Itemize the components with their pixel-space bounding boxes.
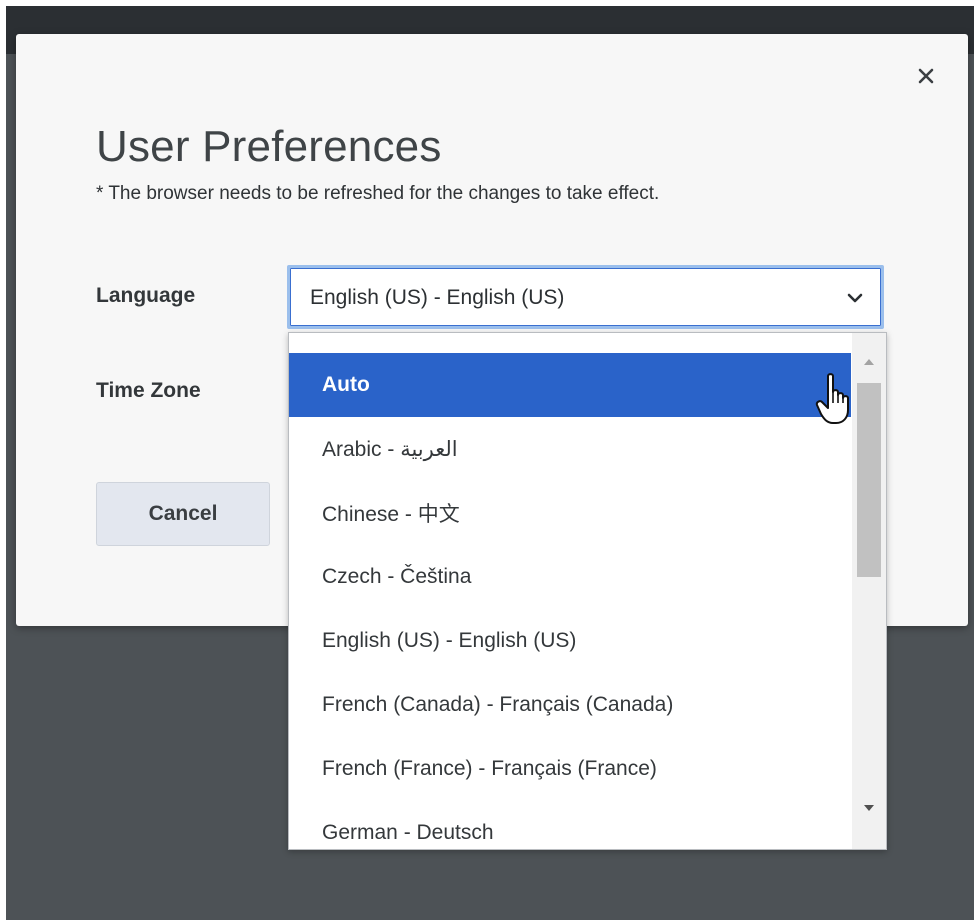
option-french-canada[interactable]: French (Canada) - Français (Canada) [289,673,851,737]
option-german[interactable]: German - Deutsch [289,801,851,849]
scrollbar-thumb[interactable] [857,383,881,577]
option-english-us[interactable]: English (US) - English (US) [289,609,851,673]
option-list: Auto Arabic - العربية Chinese - 中文 Czech… [289,353,851,849]
triangle-down-icon [864,805,874,811]
language-select[interactable]: English (US) - English (US) [287,265,884,329]
close-icon [918,68,934,84]
scroll-down-button[interactable] [852,803,886,821]
option-french-france[interactable]: French (France) - Français (France) [289,737,851,801]
language-label: Language [96,284,196,307]
language-dropdown-list: Auto Arabic - العربية Chinese - 中文 Czech… [288,332,887,850]
option-auto[interactable]: Auto [289,353,851,417]
refresh-note: * The browser needs to be refreshed for … [96,183,660,204]
option-czech[interactable]: Czech - Čeština [289,545,851,609]
hand-pointer-icon [815,373,849,424]
triangle-up-icon [864,359,874,365]
dialog-title: User Preferences [96,122,442,171]
language-select-value: English (US) - English (US) [310,286,565,309]
timezone-label: Time Zone [96,379,201,402]
chevron-down-icon [847,293,863,303]
option-arabic[interactable]: Arabic - العربية [289,417,851,481]
cancel-button[interactable]: Cancel [96,482,270,546]
dropdown-scrollbar[interactable] [852,333,886,849]
close-button[interactable] [916,66,936,86]
scroll-up-button[interactable] [852,357,886,375]
option-chinese[interactable]: Chinese - 中文 [289,481,851,545]
